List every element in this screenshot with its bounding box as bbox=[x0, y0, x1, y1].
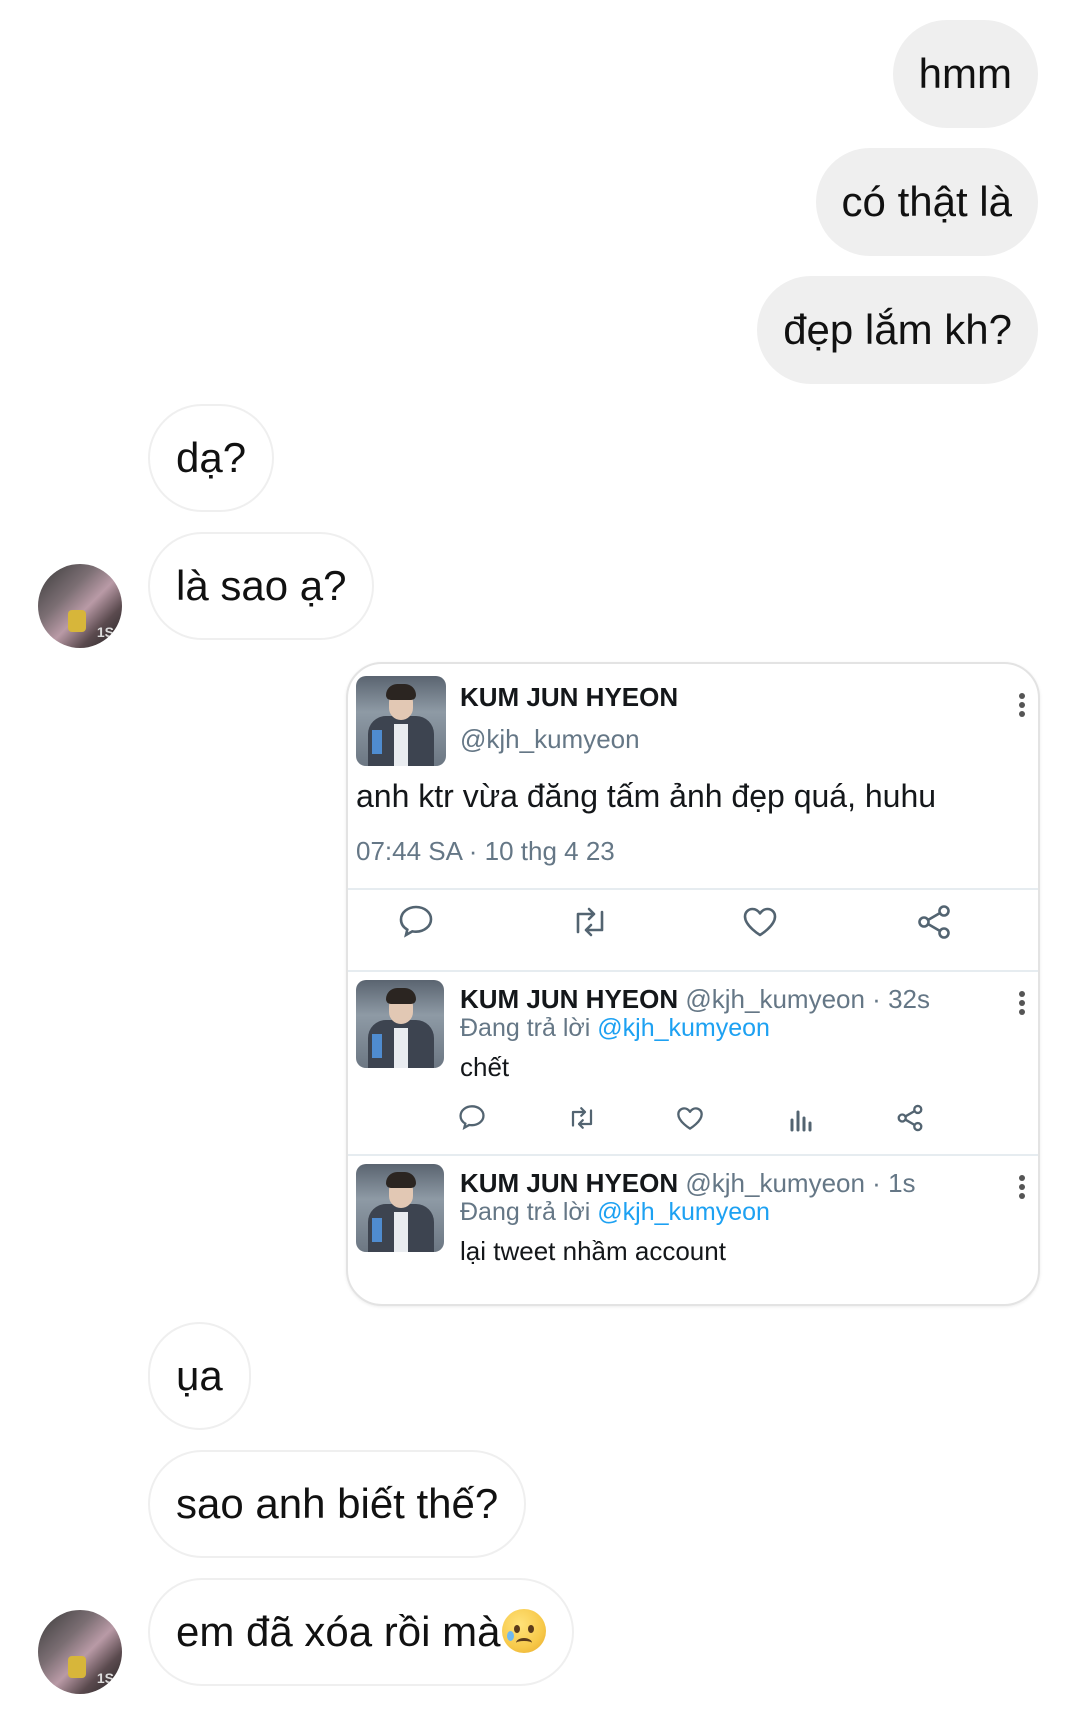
message-incoming[interactable]: là sao ạ? bbox=[148, 532, 375, 640]
contact-avatar[interactable]: 1S bbox=[38, 1610, 122, 1694]
message-outgoing[interactable]: đẹp lắm kh? bbox=[757, 276, 1038, 384]
divider bbox=[348, 888, 1038, 890]
contact-avatar[interactable]: 1S bbox=[38, 564, 122, 648]
message-text: em đã xóa rồi mà bbox=[176, 1608, 501, 1655]
avatar-stripe bbox=[372, 730, 382, 754]
reply-author-avatar[interactable] bbox=[356, 1164, 444, 1252]
message-incoming[interactable]: ụa bbox=[148, 1322, 251, 1430]
sad-tear-emoji-icon bbox=[502, 1608, 547, 1653]
message-outgoing[interactable]: có thật là bbox=[815, 148, 1038, 256]
avatar-stripe bbox=[372, 1034, 382, 1058]
reply-text: chết bbox=[460, 1052, 510, 1082]
reply-meta: @kjh_kumyeon · 1s bbox=[685, 1168, 916, 1198]
reply-header: KUM JUN HYEON @kjh_kumyeon · 1s bbox=[460, 1168, 916, 1199]
analytics-icon[interactable] bbox=[788, 1106, 814, 1132]
replying-to-link[interactable]: @kjh_kumyeon bbox=[597, 1014, 770, 1042]
more-options-icon[interactable] bbox=[1012, 690, 1032, 720]
replying-to: Đang trả lời @kjh_kumyeon bbox=[460, 1014, 770, 1043]
replying-to: Đang trả lời @kjh_kumyeon bbox=[460, 1198, 770, 1227]
shared-tweet-card[interactable]: KUM JUN HYEON @kjh_kumyeon anh ktr vừa đ… bbox=[346, 662, 1040, 1306]
avatar-image-detail bbox=[68, 1656, 86, 1678]
avatar-image-detail bbox=[68, 610, 86, 632]
like-icon[interactable] bbox=[742, 906, 778, 938]
avatar-hair bbox=[386, 684, 416, 700]
divider bbox=[348, 1154, 1038, 1156]
reply-author-name[interactable]: KUM JUN HYEON bbox=[460, 1168, 678, 1198]
avatar-text: 1S bbox=[96, 1670, 114, 1686]
tweet-author-avatar[interactable] bbox=[356, 676, 446, 766]
reply-author-name[interactable]: KUM JUN HYEON bbox=[460, 984, 678, 1014]
share-icon[interactable] bbox=[896, 1104, 924, 1132]
message-incoming[interactable]: dạ? bbox=[148, 404, 275, 512]
reply-text: lại tweet nhầm account bbox=[460, 1236, 726, 1266]
like-icon[interactable] bbox=[676, 1106, 704, 1131]
more-options-icon[interactable] bbox=[1012, 1172, 1032, 1202]
retweet-icon[interactable] bbox=[570, 906, 610, 938]
share-icon[interactable] bbox=[916, 904, 952, 940]
reply-icon[interactable] bbox=[398, 904, 434, 938]
avatar-hair bbox=[386, 1172, 416, 1188]
avatar-stripe bbox=[372, 1218, 382, 1242]
reply-icon[interactable] bbox=[458, 1104, 486, 1130]
tweet-author-name[interactable]: KUM JUN HYEON bbox=[460, 682, 678, 713]
avatar-shirt bbox=[394, 724, 408, 766]
tweet-author-handle[interactable]: @kjh_kumyeon bbox=[460, 724, 640, 755]
tweet-text: anh ktr vừa đăng tấm ảnh đẹp quá, huhu bbox=[356, 778, 937, 814]
replying-to-prefix: Đang trả lời bbox=[460, 1198, 598, 1226]
replying-to-prefix: Đang trả lời bbox=[460, 1014, 598, 1042]
replying-to-link[interactable]: @kjh_kumyeon bbox=[597, 1198, 770, 1226]
divider bbox=[348, 970, 1038, 972]
message-incoming[interactable]: em đã xóa rồi mà bbox=[148, 1578, 575, 1686]
reply-meta: @kjh_kumyeon · 32s bbox=[685, 984, 930, 1014]
tweet-timestamp: 07:44 SA · 10 thg 4 23 bbox=[356, 836, 615, 866]
avatar-text: 1S bbox=[96, 624, 114, 640]
reply-author-avatar[interactable] bbox=[356, 980, 444, 1068]
avatar-shirt bbox=[394, 1028, 408, 1068]
message-incoming[interactable]: sao anh biết thế? bbox=[148, 1450, 527, 1558]
avatar-hair bbox=[386, 988, 416, 1004]
message-outgoing[interactable]: hmm bbox=[892, 20, 1038, 128]
reply-header: KUM JUN HYEON @kjh_kumyeon · 32s bbox=[460, 984, 930, 1015]
avatar-shirt bbox=[394, 1212, 408, 1252]
more-options-icon[interactable] bbox=[1012, 988, 1032, 1018]
retweet-icon[interactable] bbox=[566, 1106, 598, 1130]
